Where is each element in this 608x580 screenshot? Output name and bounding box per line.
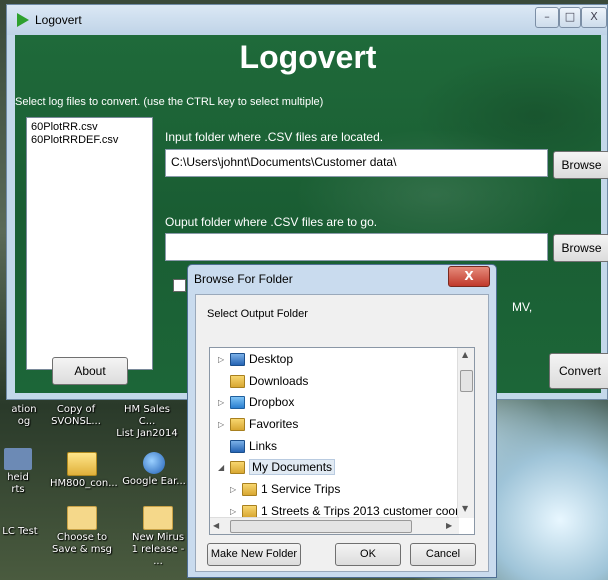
desktop-icon-label: LC Test: [2, 526, 38, 537]
output-folder-label: Ouput folder where .CSV files are to go.: [165, 215, 378, 229]
close-icon: X: [590, 10, 598, 23]
instructions-text: Select log files to convert. (use the CT…: [15, 96, 324, 108]
play-icon: [17, 13, 29, 27]
desktop-icon-label: Choose to Save & msg: [52, 532, 112, 555]
scroll-thumb[interactable]: [460, 370, 473, 392]
desktop-icon-item[interactable]: Choose to Save & msg: [50, 506, 114, 556]
tree-item-my-documents[interactable]: ◢ My Documents: [218, 459, 336, 480]
scroll-right-icon[interactable]: ▶: [446, 521, 452, 530]
input-folder-label: Input folder where .CSV files are locate…: [165, 130, 384, 144]
envelope-icon: [143, 506, 173, 530]
desktop-icon-item[interactable]: Google Ear...: [122, 452, 186, 488]
close-button[interactable]: X: [581, 7, 607, 28]
tree-item-service-trips[interactable]: ▷ 1 Service Trips: [230, 482, 340, 502]
output-folder-field[interactable]: [165, 233, 548, 261]
dialog-prompt: Select Output Folder: [207, 308, 308, 320]
desktop-icon-label: HM Sales C... List Jan2014: [116, 404, 178, 439]
vertical-scrollbar[interactable]: ▲ ▼: [457, 348, 474, 518]
desktop-icon-item[interactable]: Copy of SVONSL...: [44, 404, 108, 428]
expand-arrow-icon[interactable]: ▷: [230, 485, 240, 494]
desktop-icon-item[interactable]: HM Sales C... List Jan2014: [115, 404, 179, 440]
expand-arrow-icon[interactable]: ▷: [218, 420, 228, 429]
app-heading: Logovert: [239, 39, 377, 75]
desktop-icon: [230, 353, 245, 367]
scroll-down-icon[interactable]: ▼: [462, 504, 468, 513]
desktop-icon-item[interactable]: HM800_con...: [50, 452, 118, 490]
browse-folder-dialog: Browse For Folder X Select Output Folder…: [187, 264, 497, 578]
favorites-icon: [230, 418, 245, 432]
browse-output-button[interactable]: Browse: [553, 234, 608, 262]
tree-item-downloads[interactable]: Downloads: [228, 374, 308, 394]
downloads-icon: [230, 375, 245, 389]
links-icon: [230, 440, 245, 454]
desktop-icon-item[interactable]: heid rts: [0, 448, 50, 496]
expand-arrow-icon[interactable]: ▷: [230, 507, 240, 516]
maximize-button[interactable]: □: [559, 7, 581, 28]
desktop-icon-label: Google Ear...: [122, 476, 186, 487]
expand-arrow-icon[interactable]: ▷: [218, 355, 228, 364]
tree-item-dropbox[interactable]: ▷ Dropbox: [218, 395, 294, 415]
cancel-button[interactable]: Cancel: [410, 543, 476, 566]
desktop-icon-item[interactable]: New Mirus 1 release - ...: [126, 506, 190, 568]
list-item[interactable]: 60PlotRR.csv: [31, 121, 148, 134]
make-new-folder-button[interactable]: Make New Folder: [207, 543, 301, 566]
input-folder-field[interactable]: C:\Users\johnt\Documents\Customer data\: [165, 149, 548, 177]
dialog-title: Browse For Folder: [194, 272, 293, 286]
close-icon: X: [464, 269, 474, 283]
tree-item-desktop[interactable]: ▷ Desktop: [218, 352, 293, 372]
scroll-left-icon[interactable]: ◀: [213, 521, 219, 530]
horizontal-scrollbar[interactable]: ◀ ▶: [210, 517, 459, 534]
browse-input-button[interactable]: Browse: [553, 151, 608, 179]
desktop-icon-item[interactable]: LC Test: [0, 526, 52, 538]
desktop-icon-label: New Mirus 1 release - ...: [131, 532, 185, 567]
option-checkbox[interactable]: [173, 279, 186, 292]
shield-icon: [4, 448, 32, 470]
maximize-icon: □: [564, 10, 576, 23]
window-title: Logovert: [35, 13, 82, 27]
documents-icon: [230, 461, 245, 475]
desktop-icon-label: HM800_con...: [50, 478, 118, 489]
tree-item-favorites[interactable]: ▷ Favorites: [218, 417, 298, 437]
folder-tree[interactable]: ▷ Desktop Downloads ▷ Dropbox ▷ Favorites L…: [209, 347, 475, 535]
desktop-icon-label: ation og: [11, 404, 37, 427]
ok-button[interactable]: OK: [335, 543, 401, 566]
file-list[interactable]: 60PlotRR.csv 60PlotRRDEF.csv: [26, 117, 153, 370]
collapse-arrow-icon[interactable]: ◢: [218, 463, 228, 472]
scroll-up-icon[interactable]: ▲: [462, 350, 468, 359]
tree-item-links[interactable]: Links: [228, 439, 277, 459]
partial-label: MV,: [512, 300, 533, 314]
title-bar[interactable]: Logovert – □ X: [7, 5, 607, 35]
scroll-thumb[interactable]: [230, 520, 412, 533]
dialog-close-button[interactable]: X: [448, 266, 490, 287]
expand-arrow-icon[interactable]: ▷: [218, 398, 228, 407]
convert-button[interactable]: Convert: [549, 353, 608, 389]
minimize-icon: –: [544, 10, 550, 23]
list-item[interactable]: 60PlotRRDEF.csv: [31, 134, 148, 147]
globe-icon: [143, 452, 165, 474]
folder-icon: [242, 483, 257, 497]
dropbox-icon: [230, 396, 245, 410]
dialog-body: Select Output Folder ▷ Desktop Downloads …: [195, 294, 489, 572]
folder-icon: [67, 452, 97, 476]
minimize-button[interactable]: –: [535, 7, 559, 28]
about-button[interactable]: About: [52, 357, 128, 385]
desktop-icon-label: heid rts: [7, 472, 29, 495]
desktop-icon-label: Copy of SVONSL...: [51, 404, 101, 427]
envelope-icon: [67, 506, 97, 530]
